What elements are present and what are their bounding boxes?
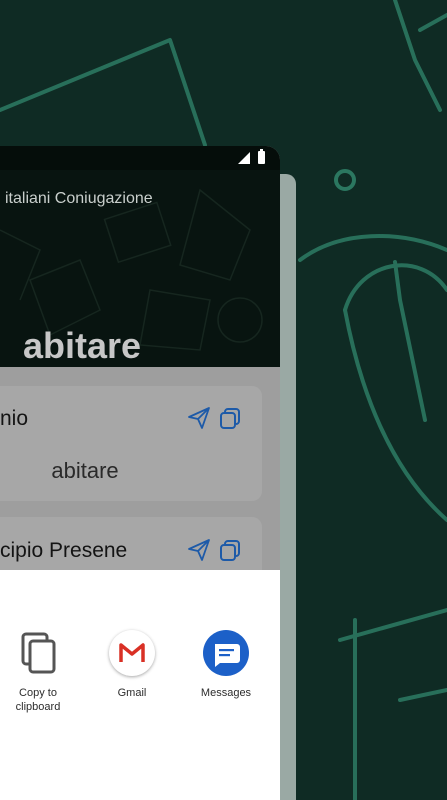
- share-target-gmail[interactable]: Gmail: [92, 630, 172, 700]
- card-title: nio: [0, 407, 29, 430]
- app-title: italiani Coniugazione: [5, 190, 153, 207]
- share-target-copy[interactable]: Copy to clipboard: [0, 630, 78, 714]
- share-target-messages[interactable]: Messages: [186, 630, 266, 700]
- share-label: Gmail: [117, 687, 147, 699]
- copy-icon[interactable]: [218, 406, 242, 430]
- messages-icon: [203, 630, 249, 676]
- device-screen: italiani Coniugazione abitare nio abitar…: [0, 146, 280, 800]
- copy-icon[interactable]: [218, 538, 242, 562]
- share-label: Copy to clipboard: [15, 687, 61, 713]
- send-icon[interactable]: [187, 406, 211, 430]
- conjugation-card: nio abitare: [0, 386, 262, 501]
- signal-icon: [238, 152, 250, 164]
- copy-clipboard-icon: [15, 630, 61, 676]
- verb-title: abitare: [23, 325, 142, 366]
- send-icon[interactable]: [187, 538, 211, 562]
- status-bar: [0, 146, 280, 170]
- share-label: Messages: [200, 687, 252, 699]
- gmail-icon: [109, 630, 155, 676]
- card-title: cipio Presene: [0, 539, 128, 562]
- share-sheet: Copy to clipboard Gmail Messages: [0, 570, 280, 800]
- card-value: abitare: [51, 458, 119, 483]
- battery-icon: [258, 149, 265, 164]
- app-header: italiani Coniugazione abitare: [0, 170, 280, 367]
